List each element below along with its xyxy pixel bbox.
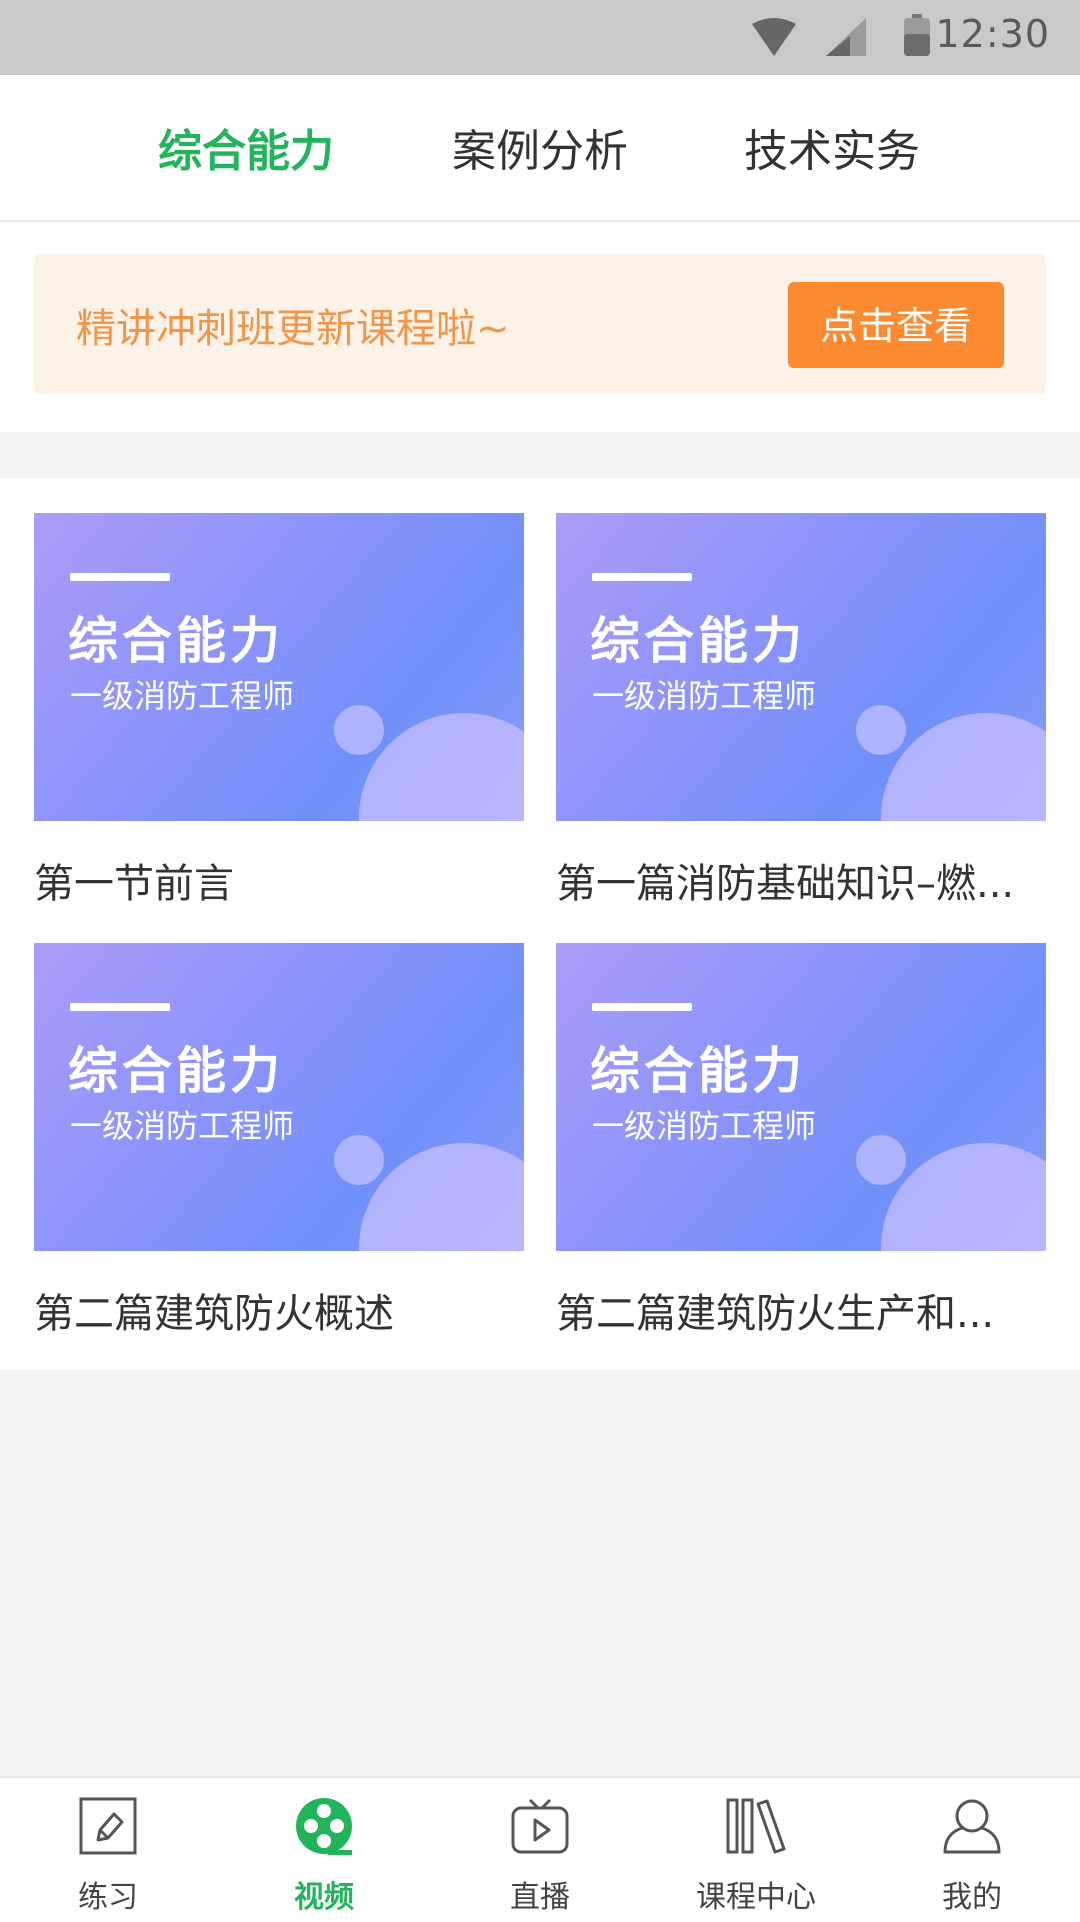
thumbnail-title: 综合能力: [68, 1042, 284, 1100]
nav-item-live[interactable]: 直播: [432, 1778, 648, 1922]
nav-item-course-center[interactable]: 课程中心: [648, 1778, 864, 1922]
signal-icon: [826, 18, 866, 56]
thumbnail-title: 综合能力: [590, 1042, 806, 1100]
course-grid: 综合能力 一级消防工程师 第一节前言 综合能力 一级消防工程师 第一篇消防基础知…: [0, 478, 1080, 1370]
thumbnail-subtitle: 一级消防工程师: [592, 1107, 817, 1145]
decorative-circle: [856, 1135, 906, 1185]
nav-label: 直播: [510, 1880, 570, 1915]
tab-technical-practice[interactable]: 技术实务: [744, 115, 920, 179]
decorative-circle: [334, 705, 384, 755]
thumbnail-accent-line: [592, 573, 692, 581]
course-title: 第二篇建筑防火概述: [34, 1291, 394, 1337]
status-time: 12:30: [935, 12, 1050, 56]
tab-case-analysis[interactable]: 案例分析: [452, 115, 628, 179]
promo-banner-text: 精讲冲刺班更新课程啦~: [76, 306, 510, 352]
pencil-icon: [79, 1797, 137, 1855]
tab-comprehensive-ability[interactable]: 综合能力: [158, 115, 334, 179]
thumbnail-subtitle: 一级消防工程师: [70, 1107, 295, 1145]
course-card[interactable]: 综合能力 一级消防工程师 第二篇建筑防火概述: [34, 943, 524, 1339]
course-card[interactable]: 综合能力 一级消防工程师 第一篇消防基础知识–燃...: [556, 513, 1046, 909]
nav-item-me[interactable]: 我的: [864, 1778, 1080, 1922]
thumbnail-title: 综合能力: [590, 612, 806, 670]
course-card[interactable]: 综合能力 一级消防工程师 第二篇建筑防火生产和...: [556, 943, 1046, 1339]
promo-banner: 精讲冲刺班更新课程啦~ 点击查看: [34, 254, 1046, 394]
wifi-icon: [752, 18, 796, 56]
thumbnail-accent-line: [592, 1003, 692, 1011]
banner-section: 精讲冲刺班更新课程啦~ 点击查看: [0, 222, 1080, 432]
status-bar: 12:30: [0, 0, 1080, 75]
thumbnail-title: 综合能力: [68, 612, 284, 670]
course-thumbnail: 综合能力 一级消防工程师: [34, 943, 524, 1251]
nav-item-practice[interactable]: 练习: [0, 1778, 216, 1922]
thumbnail-subtitle: 一级消防工程师: [592, 677, 817, 715]
course-thumbnail: 综合能力 一级消防工程师: [556, 513, 1046, 821]
bottom-nav: 练习 视频 直播 课程中心 我的: [0, 1776, 1080, 1922]
nav-label: 练习: [78, 1880, 138, 1915]
nav-label: 我的: [942, 1880, 1002, 1915]
battery-icon: [904, 14, 930, 56]
thumbnail-subtitle: 一级消防工程师: [70, 677, 295, 715]
film-reel-icon: [296, 1798, 352, 1855]
course-thumbnail: 综合能力 一级消防工程师: [34, 513, 524, 821]
thumbnail-accent-line: [70, 573, 170, 581]
course-title: 第二篇建筑防火生产和...: [556, 1291, 995, 1337]
tv-play-icon: [511, 1798, 569, 1854]
course-title: 第一节前言: [34, 861, 234, 907]
decorative-circle: [334, 1135, 384, 1185]
view-now-button[interactable]: 点击查看: [788, 282, 1004, 368]
course-thumbnail: 综合能力 一级消防工程师: [556, 943, 1046, 1251]
nav-label: 课程中心: [696, 1880, 816, 1915]
course-card[interactable]: 综合能力 一级消防工程师 第一节前言: [34, 513, 524, 909]
user-icon: [943, 1799, 1001, 1854]
top-tab-bar: 综合能力 案例分析 技术实务: [0, 75, 1080, 222]
thumbnail-accent-line: [70, 1003, 170, 1011]
nav-label: 视频: [294, 1880, 354, 1915]
books-icon: [726, 1798, 786, 1854]
course-title: 第一篇消防基础知识–燃...: [556, 861, 1015, 907]
nav-item-video[interactable]: 视频: [216, 1778, 432, 1922]
decorative-circle: [856, 705, 906, 755]
